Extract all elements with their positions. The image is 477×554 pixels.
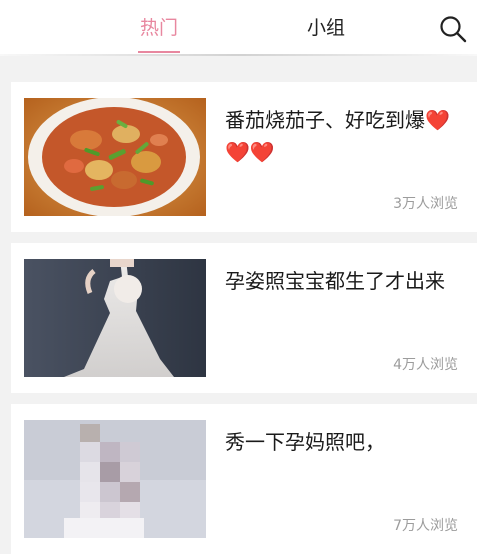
tab-group[interactable]: 小组 <box>307 14 345 44</box>
top-tab-bar: 热门 小组 <box>0 0 477 56</box>
pixelated-photo <box>24 420 206 538</box>
post-title-text: 番茄烧茄子、好吃到爆 <box>225 108 425 132</box>
view-count: 4万人浏览 <box>393 357 458 373</box>
post-thumbnail[interactable] <box>24 98 206 216</box>
dish-photo <box>24 98 206 216</box>
post-card[interactable]: 孕姿照宝宝都生了才出来 4万人浏览 <box>11 243 477 393</box>
post-title[interactable]: 秀一下孕妈照吧， <box>225 426 465 458</box>
post-card[interactable]: 番茄烧茄子、好吃到爆❤️❤️❤️ 3万人浏览 <box>11 82 477 232</box>
post-thumbnail[interactable] <box>24 420 206 538</box>
post-title[interactable]: 孕姿照宝宝都生了才出来 <box>225 265 465 297</box>
post-thumbnail[interactable] <box>24 259 206 377</box>
tab-hot[interactable]: 热门 <box>137 14 181 53</box>
view-count: 3万人浏览 <box>393 196 458 212</box>
post-card[interactable]: 秀一下孕妈照吧， 7万人浏览 <box>11 404 477 554</box>
search-button[interactable] <box>438 14 468 44</box>
view-count: 7万人浏览 <box>393 518 458 534</box>
post-title[interactable]: 番茄烧茄子、好吃到爆❤️❤️❤️ <box>225 104 465 168</box>
search-icon <box>440 16 467 43</box>
maternity-photo <box>24 259 206 377</box>
